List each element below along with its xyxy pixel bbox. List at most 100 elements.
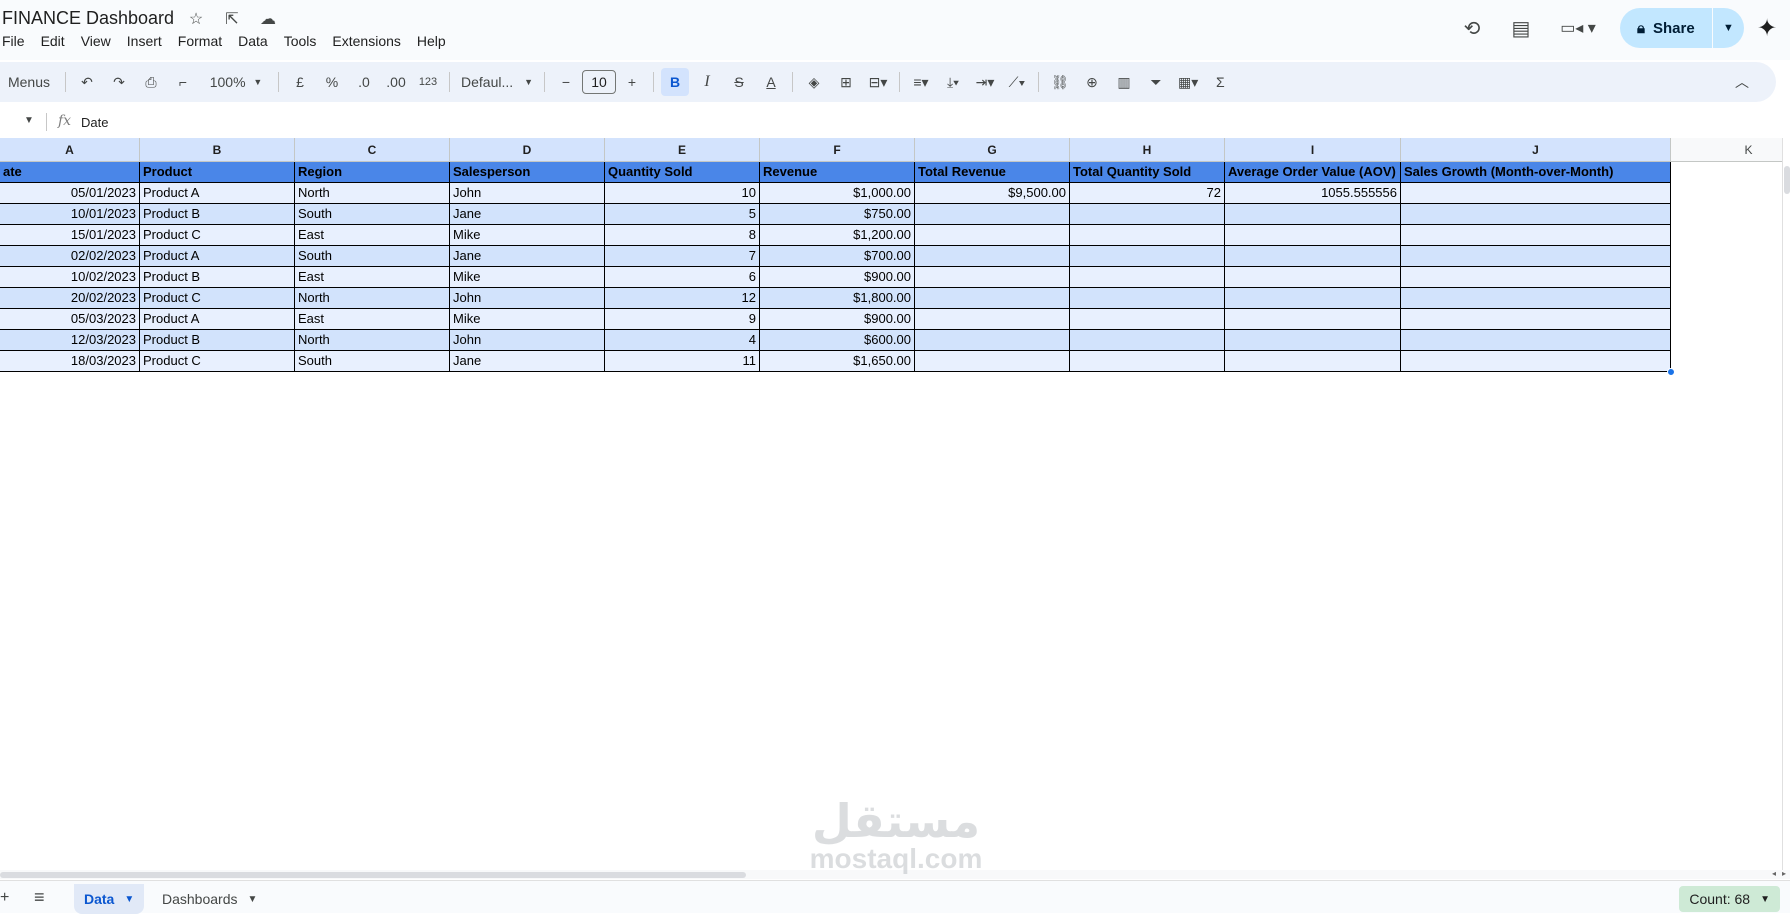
menu-data[interactable]: Data xyxy=(238,33,276,49)
increase-font-size-icon[interactable]: + xyxy=(618,68,646,96)
filter-views-icon[interactable]: ▦▾ xyxy=(1174,68,1202,96)
zoom-select[interactable]: 100% ▼ xyxy=(201,68,271,96)
header-cell[interactable]: Quantity Sold xyxy=(605,162,760,183)
table-cell[interactable]: $9,500.00 xyxy=(915,183,1070,204)
vertical-align-icon[interactable]: ⤓▾ xyxy=(939,68,967,96)
share-main[interactable]: 🔒︎ Share xyxy=(1620,20,1712,37)
table-cell[interactable]: 72 xyxy=(1070,183,1225,204)
name-box-dropdown-icon[interactable]: ▼ xyxy=(24,115,34,126)
menu-view[interactable]: View xyxy=(81,33,119,49)
column-header-g[interactable]: G xyxy=(915,138,1070,162)
table-cell[interactable]: Product B xyxy=(140,267,295,288)
bold-button[interactable]: B xyxy=(661,68,689,96)
insert-chart-icon[interactable]: ▥ xyxy=(1110,68,1138,96)
header-cell[interactable]: Total Revenue xyxy=(915,162,1070,183)
table-cell[interactable]: East xyxy=(295,309,450,330)
menu-file[interactable]: File xyxy=(2,33,33,49)
table-cell[interactable] xyxy=(1401,225,1671,246)
table-cell[interactable]: East xyxy=(295,267,450,288)
menu-format[interactable]: Format xyxy=(178,33,230,49)
table-cell[interactable] xyxy=(1225,288,1401,309)
table-cell[interactable] xyxy=(1070,309,1225,330)
insert-link-icon[interactable]: ⛓ xyxy=(1046,68,1074,96)
menu-edit[interactable]: Edit xyxy=(41,33,73,49)
filter-icon[interactable]: ⏷ xyxy=(1142,68,1170,96)
tab-dashboards[interactable]: Dashboards ▼ xyxy=(152,884,267,914)
table-cell[interactable]: 02/02/2023 xyxy=(0,246,140,267)
more-formats-button[interactable]: 123 xyxy=(414,68,442,96)
vertical-scroll-thumb[interactable] xyxy=(1784,166,1790,194)
column-header-f[interactable]: F xyxy=(760,138,915,162)
table-cell[interactable] xyxy=(1225,267,1401,288)
table-cell[interactable]: 10/02/2023 xyxy=(0,267,140,288)
table-cell[interactable]: 6 xyxy=(605,267,760,288)
table-cell[interactable] xyxy=(1070,246,1225,267)
table-cell[interactable] xyxy=(915,204,1070,225)
table-cell[interactable] xyxy=(1401,309,1671,330)
add-sheet-icon[interactable]: + xyxy=(0,889,9,907)
table-cell[interactable]: Product C xyxy=(140,351,295,372)
table-cell[interactable]: East xyxy=(295,225,450,246)
header-cell[interactable]: Product xyxy=(140,162,295,183)
table-cell[interactable]: $1,800.00 xyxy=(760,288,915,309)
table-cell[interactable]: 11 xyxy=(605,351,760,372)
column-header-j[interactable]: J xyxy=(1401,138,1671,162)
table-cell[interactable] xyxy=(1401,267,1671,288)
chevron-down-icon[interactable]: ▼ xyxy=(124,894,134,905)
table-cell[interactable]: John xyxy=(450,330,605,351)
table-cell[interactable]: Product A xyxy=(140,183,295,204)
decrease-font-size-icon[interactable]: − xyxy=(552,68,580,96)
all-sheets-icon[interactable]: ≡ xyxy=(34,887,45,908)
table-cell[interactable]: Product B xyxy=(140,204,295,225)
table-cell[interactable]: North xyxy=(295,288,450,309)
header-cell[interactable]: ate xyxy=(0,162,140,183)
table-cell[interactable] xyxy=(1070,225,1225,246)
gemini-icon[interactable]: ✦ xyxy=(1744,8,1790,48)
table-cell[interactable] xyxy=(1225,309,1401,330)
table-cell[interactable]: $1,650.00 xyxy=(760,351,915,372)
menu-insert[interactable]: Insert xyxy=(127,33,170,49)
table-cell[interactable]: Jane xyxy=(450,246,605,267)
borders-icon[interactable]: ⊞ xyxy=(832,68,860,96)
column-header-e[interactable]: E xyxy=(605,138,760,162)
menus-search[interactable]: Menus xyxy=(2,68,58,96)
collapse-toolbar-icon[interactable]: ︿ xyxy=(1728,68,1756,96)
table-cell[interactable]: $900.00 xyxy=(760,267,915,288)
table-cell[interactable]: 10/01/2023 xyxy=(0,204,140,225)
table-cell[interactable] xyxy=(1401,204,1671,225)
decrease-decimal-button[interactable]: .0 xyxy=(350,68,378,96)
table-cell[interactable]: 10 xyxy=(605,183,760,204)
table-cell[interactable]: Product A xyxy=(140,246,295,267)
table-cell[interactable] xyxy=(1225,351,1401,372)
scroll-left-icon[interactable]: ◂ xyxy=(1772,869,1776,878)
table-cell[interactable]: 7 xyxy=(605,246,760,267)
table-cell[interactable] xyxy=(915,288,1070,309)
table-cell[interactable] xyxy=(1401,288,1671,309)
share-button[interactable]: 🔒︎ Share ▼ xyxy=(1620,8,1744,48)
menu-extensions[interactable]: Extensions xyxy=(332,33,408,49)
table-cell[interactable]: South xyxy=(295,246,450,267)
font-select[interactable]: Defaul... ▼ xyxy=(457,68,537,96)
table-cell[interactable] xyxy=(1070,288,1225,309)
table-cell[interactable] xyxy=(1070,267,1225,288)
table-cell[interactable] xyxy=(1070,351,1225,372)
text-color-button[interactable]: A xyxy=(757,68,785,96)
table-cell[interactable]: 20/02/2023 xyxy=(0,288,140,309)
horizontal-align-icon[interactable]: ≡▾ xyxy=(907,68,935,96)
count-badge[interactable]: Count: 68 ▼ xyxy=(1679,886,1780,912)
table-cell[interactable]: John xyxy=(450,288,605,309)
column-header-k[interactable]: K xyxy=(1671,138,1782,162)
star-icon[interactable]: ☆ xyxy=(186,9,206,29)
table-cell[interactable]: Mike xyxy=(450,267,605,288)
header-cell[interactable]: Revenue xyxy=(760,162,915,183)
header-cell[interactable]: Salesperson xyxy=(450,162,605,183)
header-cell[interactable]: Sales Growth (Month-over-Month) xyxy=(1401,162,1671,183)
column-header-c[interactable]: C xyxy=(295,138,450,162)
table-cell[interactable] xyxy=(1070,330,1225,351)
table-cell[interactable] xyxy=(1225,225,1401,246)
table-cell[interactable]: Jane xyxy=(450,204,605,225)
table-cell[interactable] xyxy=(1401,183,1671,204)
italic-button[interactable]: I xyxy=(693,68,721,96)
redo-icon[interactable]: ↷ xyxy=(105,68,133,96)
fill-color-icon[interactable]: ◈ xyxy=(800,68,828,96)
